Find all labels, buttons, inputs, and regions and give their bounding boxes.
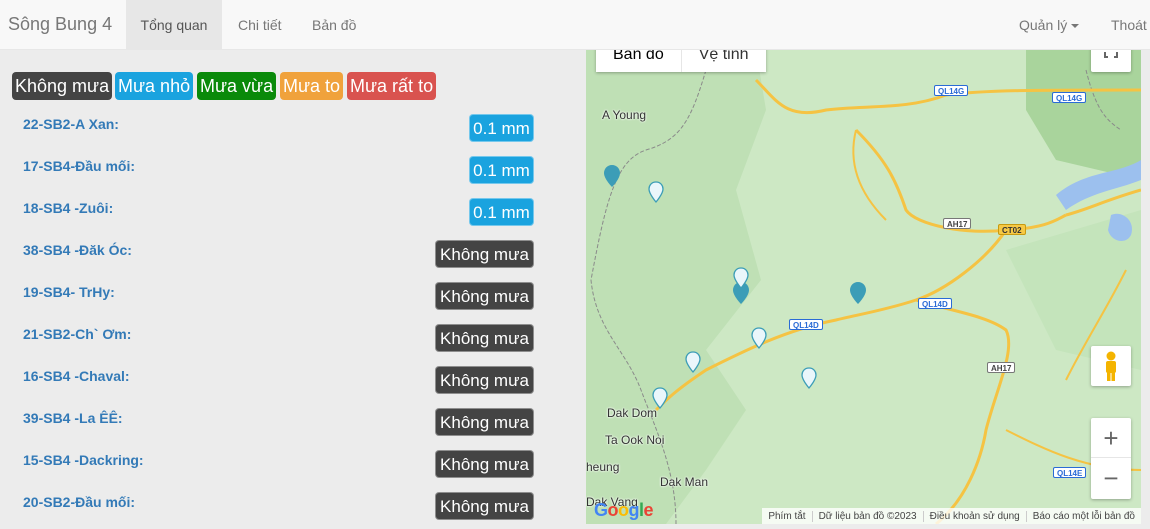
station-name[interactable]: 39-SB4 -La ÊÊ: bbox=[23, 410, 123, 426]
report-error-link[interactable]: Báo cáo một lỗi bản đồ bbox=[1025, 510, 1141, 522]
map-type-map-button[interactable]: Bản đồ bbox=[596, 50, 682, 72]
navbar: Sông Bung 4 Tổng quan Chi tiết Bản đồ Qu… bbox=[0, 0, 1150, 50]
rain-value-badge: Không mưa bbox=[435, 282, 534, 310]
station-name[interactable]: 22-SB2-A Xan: bbox=[23, 116, 119, 132]
zoom-out-button[interactable]: − bbox=[1091, 458, 1131, 498]
station-name[interactable]: 21-SB2-Ch` Ơm: bbox=[23, 326, 131, 342]
station-name[interactable]: 18-SB4 -Zuôi: bbox=[23, 200, 113, 216]
road-shield: QL14D bbox=[918, 298, 952, 309]
map-data-attribution: Dữ liệu bản đồ ©2023 bbox=[811, 510, 923, 522]
street-view-pegman[interactable] bbox=[1091, 346, 1131, 386]
station-name[interactable]: 38-SB4 -Đăk Óc: bbox=[23, 242, 132, 258]
manage-menu[interactable]: Quản lý bbox=[1019, 0, 1080, 50]
pegman-icon bbox=[1106, 351, 1116, 381]
station-name[interactable]: 20-SB2-Đầu mối: bbox=[23, 494, 135, 510]
rain-value-badge: Không mưa bbox=[435, 450, 534, 478]
road-shield: CT02 bbox=[998, 224, 1026, 235]
legend-very-heavy-rain: Mưa rất to bbox=[347, 72, 437, 100]
google-logo: Google bbox=[594, 500, 654, 520]
logout-link[interactable]: Thoát bbox=[1111, 0, 1147, 50]
keyboard-shortcuts-link[interactable]: Phím tắt bbox=[762, 511, 811, 522]
rain-value-badge: Không mưa bbox=[435, 366, 534, 394]
chevron-down-icon bbox=[1071, 24, 1080, 29]
legend-light-rain: Mưa nhỏ bbox=[115, 72, 194, 100]
tab-map[interactable]: Bản đồ bbox=[312, 0, 356, 50]
rain-value-badge: 0.1 mm bbox=[469, 114, 534, 142]
rain-value-badge: Không mưa bbox=[435, 408, 534, 436]
road-shield: AH17 bbox=[943, 218, 972, 229]
map-terrain bbox=[586, 50, 1141, 524]
fullscreen-button[interactable] bbox=[1091, 50, 1131, 72]
road-shield: QL14E bbox=[1053, 467, 1087, 478]
station-name[interactable]: 16-SB4 -Chaval: bbox=[23, 368, 130, 384]
rain-value-badge: Không mưa bbox=[435, 492, 534, 520]
rainfall-panel: Không mưa Mưa nhỏ Mưa vừa Mưa to Mưa rất… bbox=[0, 50, 556, 529]
station-name[interactable]: 15-SB4 -Dackring: bbox=[23, 452, 144, 468]
fullscreen-icon bbox=[1104, 52, 1118, 58]
station-name[interactable]: 19-SB4- TrHy: bbox=[23, 284, 115, 300]
station-name[interactable]: 17-SB4-Đầu mối: bbox=[23, 158, 135, 174]
rain-value-badge: 0.1 mm bbox=[469, 198, 534, 226]
place-label: Ta Ook Noi bbox=[605, 433, 665, 447]
terms-link[interactable]: Điều khoản sử dụng bbox=[922, 510, 1026, 522]
place-label: heung bbox=[586, 460, 620, 474]
legend-no-rain: Không mưa bbox=[12, 72, 113, 100]
tab-details[interactable]: Chi tiết bbox=[238, 0, 282, 50]
road-shield: AH17 bbox=[987, 362, 1016, 373]
legend-heavy-rain: Mưa to bbox=[280, 72, 344, 100]
place-label: A Young bbox=[602, 108, 647, 122]
road-shield: QL14G bbox=[1052, 92, 1087, 103]
place-label: Dak Dom bbox=[607, 406, 658, 420]
road-shield: QL14D bbox=[789, 319, 823, 330]
zoom-in-button[interactable]: + bbox=[1091, 418, 1131, 458]
place-label: Dak Man bbox=[660, 475, 709, 489]
map-type-control: Bản đồ Vệ tinh bbox=[596, 50, 766, 72]
rain-value-badge: 0.1 mm bbox=[469, 156, 534, 184]
rain-value-badge: Không mưa bbox=[435, 240, 534, 268]
rain-value-badge: Không mưa bbox=[435, 324, 534, 352]
tab-overview[interactable]: Tổng quan bbox=[126, 0, 222, 50]
brand-title[interactable]: Sông Bung 4 bbox=[8, 14, 112, 35]
manage-menu-label: Quản lý bbox=[1019, 17, 1068, 33]
map-footer: Phím tắt Dữ liệu bản đồ ©2023 Điều khoản… bbox=[762, 508, 1141, 524]
road-shield: QL14G bbox=[934, 85, 969, 96]
zoom-control: + − bbox=[1091, 418, 1131, 499]
legend-moderate-rain: Mưa vừa bbox=[197, 72, 277, 100]
map-type-satellite-button[interactable]: Vệ tinh bbox=[682, 50, 766, 72]
map-view[interactable]: Bản đồ Vệ tinh + − A Young Dak Dom Ta Oo… bbox=[586, 50, 1141, 524]
